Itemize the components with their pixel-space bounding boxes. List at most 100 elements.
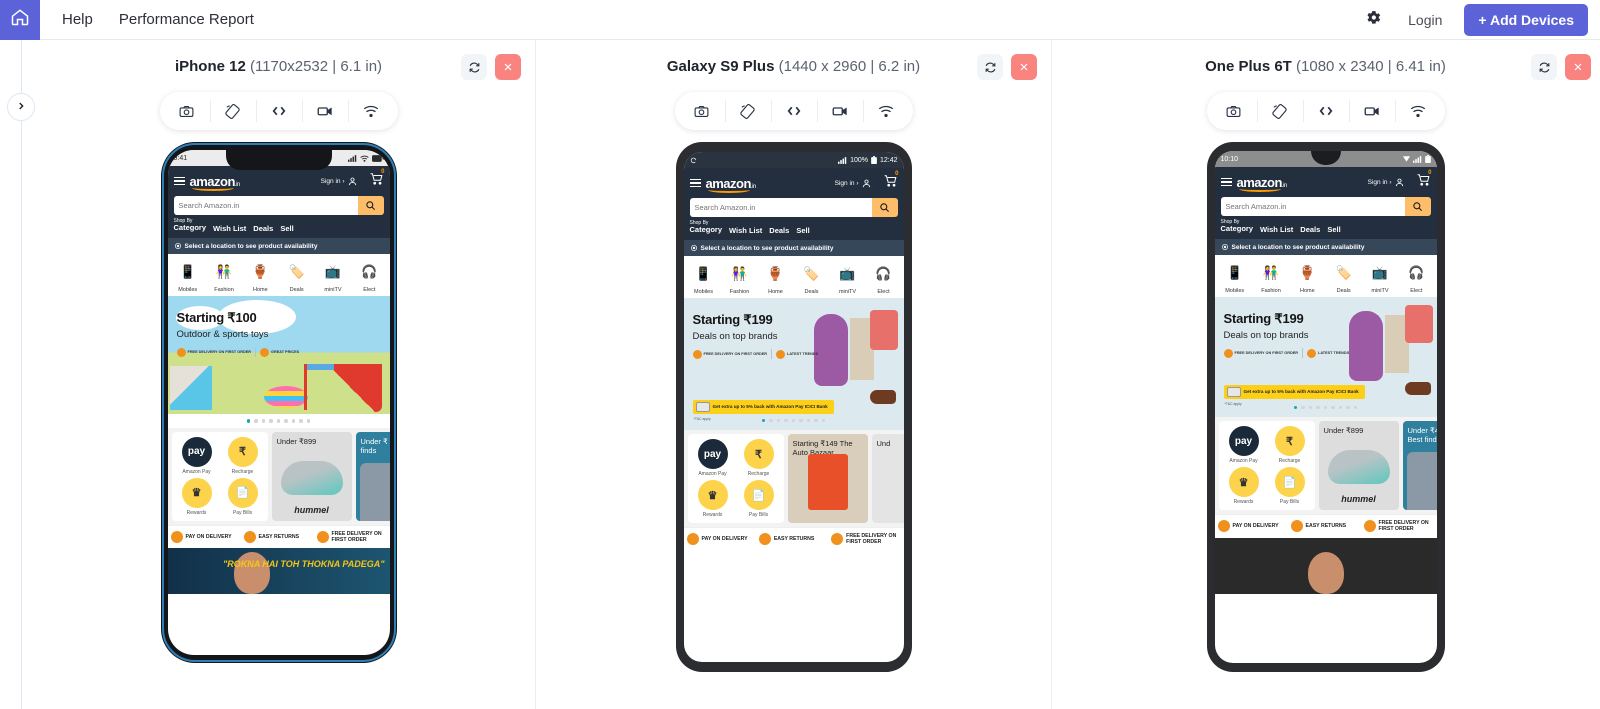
record-video-button[interactable] [816, 92, 863, 130]
search-button[interactable] [357, 196, 384, 215]
sign-in-link[interactable]: Sign in › [321, 176, 358, 187]
refresh-button[interactable] [461, 54, 487, 80]
nav-deals[interactable]: Deals [1300, 225, 1320, 234]
category-item[interactable]: 🎧 Elect [352, 259, 386, 293]
carousel-dot[interactable] [291, 419, 296, 423]
network-button[interactable] [347, 92, 394, 130]
search-input[interactable] [689, 198, 872, 217]
settings-button[interactable] [1356, 3, 1390, 37]
product-card[interactable]: Under ₹ Best finds [355, 431, 390, 521]
search-input[interactable] [1220, 197, 1405, 216]
screenshot-button[interactable] [679, 92, 725, 130]
record-video-button[interactable] [1348, 92, 1395, 130]
product-card[interactable]: Under ₹499 Best finds [1402, 421, 1437, 511]
carousel-dot[interactable] [246, 419, 251, 423]
screenshot-button[interactable] [164, 92, 210, 130]
cart-button[interactable]: 0 [369, 169, 385, 190]
cart-button[interactable]: 0 [1416, 170, 1432, 191]
category-item[interactable]: 📺 miniTV [316, 259, 350, 293]
quick-tile[interactable]: pay Amazon Pay [691, 439, 735, 477]
category-item[interactable]: 🏷️ Deals [279, 259, 313, 293]
carousel-dots[interactable] [1215, 401, 1437, 415]
carousel-dot[interactable] [261, 419, 266, 423]
hero-banner[interactable]: Starting ₹100 Outdoor & sports toys FREE… [167, 296, 390, 415]
search-input[interactable] [173, 196, 358, 215]
nav-link-performance-report[interactable]: Performance Report [119, 11, 254, 28]
carousel-dot[interactable] [769, 418, 773, 423]
product-card[interactable]: Under ₹899 hummel [271, 431, 352, 521]
login-link[interactable]: Login [1408, 12, 1442, 28]
category-item[interactable]: 📱 Mobiles [1218, 260, 1252, 294]
carousel-dot[interactable] [1316, 405, 1320, 410]
devtools-button[interactable] [1302, 92, 1349, 130]
nav-deals[interactable]: Deals [253, 224, 273, 233]
search-button[interactable] [871, 198, 898, 217]
menu-icon[interactable] [1220, 177, 1232, 187]
carousel-dot[interactable] [1293, 405, 1298, 410]
carousel-dots[interactable] [684, 414, 904, 428]
search-bar[interactable] [1220, 197, 1431, 216]
nav-sell[interactable]: Sell [280, 224, 293, 233]
category-item[interactable]: 🎧 Elect [867, 261, 901, 295]
promo-banner[interactable]: Get extra up to 5% back with Amazon Pay … [692, 400, 834, 415]
category-item[interactable]: 👫 Fashion [723, 261, 757, 295]
carousel-dot[interactable] [806, 418, 811, 423]
carousel-dot[interactable] [269, 419, 273, 423]
carousel-dot[interactable] [784, 418, 788, 423]
nav-sell[interactable]: Sell [1327, 225, 1340, 234]
rotate-device-button[interactable] [1256, 92, 1303, 130]
search-bar[interactable] [689, 198, 898, 217]
close-device-button[interactable] [495, 54, 521, 80]
quick-tile[interactable]: 📄 Pay Bills [737, 480, 781, 518]
carousel-dot[interactable] [776, 418, 781, 423]
carousel-dot[interactable] [306, 419, 311, 423]
refresh-button[interactable] [977, 54, 1003, 80]
close-device-button[interactable] [1565, 54, 1591, 80]
menu-icon[interactable] [689, 178, 701, 188]
screenshot-button[interactable] [1211, 92, 1257, 130]
rotate-device-button[interactable] [724, 92, 771, 130]
carousel-dot[interactable] [821, 418, 826, 423]
shop-by-category-link[interactable]: Shop By Category [690, 220, 723, 235]
carousel-dot[interactable] [1346, 405, 1350, 410]
quick-tile[interactable]: ₹ Recharge [737, 439, 781, 477]
carousel-dot[interactable] [1331, 405, 1335, 410]
devtools-button[interactable] [255, 92, 302, 130]
menu-icon[interactable] [173, 176, 185, 186]
carousel-dot[interactable] [1338, 405, 1343, 410]
nav-wish-list[interactable]: Wish List [213, 224, 246, 233]
carousel-dot[interactable] [254, 419, 258, 423]
quick-tile[interactable]: ♛ Rewards [175, 477, 219, 516]
nav-sell[interactable]: Sell [796, 226, 809, 235]
rotate-device-button[interactable] [209, 92, 256, 130]
carousel-dot[interactable] [284, 419, 288, 423]
category-item[interactable]: 📱 Mobiles [171, 259, 205, 293]
nav-wish-list[interactable]: Wish List [1260, 225, 1293, 234]
quick-tile[interactable]: pay Amazon Pay [175, 436, 219, 475]
carousel-dot[interactable] [1353, 405, 1358, 410]
carousel-dot[interactable] [276, 419, 281, 423]
quick-tile[interactable]: ♛ Rewards [691, 480, 735, 518]
quick-tile[interactable]: 📄 Pay Bills [221, 477, 265, 516]
category-item[interactable]: 📺 miniTV [831, 261, 865, 295]
carousel-dot[interactable] [299, 419, 303, 423]
shop-by-category-link[interactable]: Shop By Category [1221, 219, 1254, 234]
carousel-dot[interactable] [814, 418, 818, 423]
category-item[interactable]: 🏺 Home [759, 261, 793, 295]
sign-in-link[interactable]: Sign in › [1368, 177, 1405, 188]
product-card[interactable]: Starting ₹149 The Auto Bazaar [787, 434, 868, 524]
carousel-dots[interactable] [167, 414, 390, 428]
record-video-button[interactable] [301, 92, 348, 130]
carousel-dot[interactable] [791, 418, 796, 423]
category-item[interactable]: 🎧 Elect [1399, 260, 1433, 294]
nav-deals[interactable]: Deals [769, 226, 789, 235]
devtools-button[interactable] [770, 92, 817, 130]
category-item[interactable]: 🏷️ Deals [1326, 260, 1360, 294]
location-bar[interactable]: Select a location to see product availab… [683, 240, 904, 257]
device-screen[interactable]: 10:10 amazon.in Sign in › 0 Search Amazo… [1214, 151, 1437, 663]
location-bar[interactable]: Select a location to see product availab… [167, 238, 390, 255]
category-item[interactable]: 📺 miniTV [1363, 260, 1397, 294]
search-bar[interactable] [173, 196, 384, 215]
refresh-button[interactable] [1531, 54, 1557, 80]
nav-link-help[interactable]: Help [62, 11, 93, 28]
